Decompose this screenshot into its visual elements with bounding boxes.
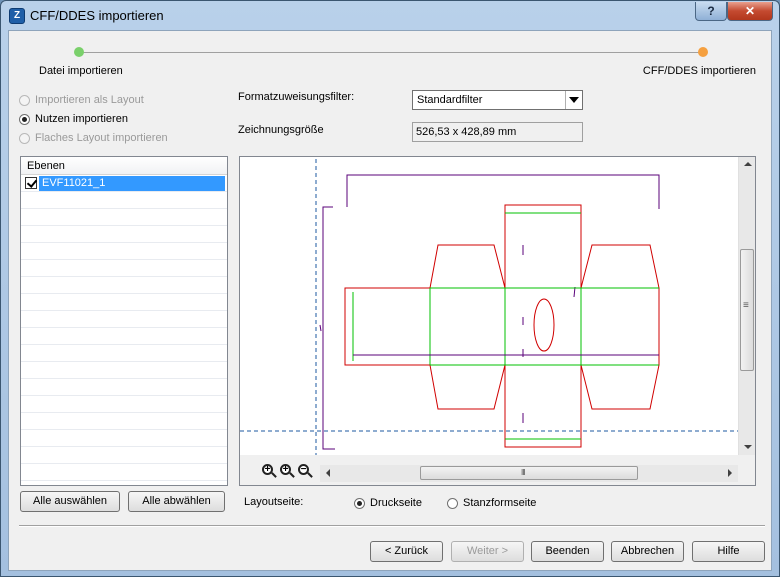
zoom-toolbar: + + − [260,463,314,481]
list-item [21,277,227,294]
radio-die-side[interactable]: Stanzformseite [447,495,536,511]
list-item [21,447,227,464]
list-item [21,243,227,260]
drawing-preview[interactable]: + + − [239,156,756,486]
list-item [21,413,227,430]
zoom-fit-icon[interactable]: + [278,463,296,480]
guide-lines [240,159,740,455]
wizard-progress-line [79,52,705,53]
vertical-scrollbar[interactable] [738,157,755,455]
scroll-up-icon[interactable] [744,162,752,166]
format-filter-dropdown[interactable]: Standardfilter [412,90,583,110]
list-item [21,328,227,345]
radio-label[interactable]: Druckseite [370,497,422,509]
format-filter-label: Formatzuweisungsfilter: [238,91,355,103]
zoom-out-icon[interactable]: − [296,463,314,480]
list-item [21,396,227,413]
radio-import-flat-layout: Flaches Layout importieren [19,130,168,146]
radio-label[interactable]: Nutzen importieren [35,113,128,125]
radio-circle[interactable] [447,497,458,509]
layer-checkbox[interactable] [25,177,37,189]
radio-label: Importieren als Layout [35,94,144,106]
finish-button[interactable]: Beenden [531,541,604,562]
deselect-all-button[interactable]: Alle abwählen [128,491,225,512]
dialog-content: Datei importieren CFF/DDES importieren I… [8,30,772,571]
radio-circle [19,132,30,144]
list-item [21,260,227,277]
step-1-indicator [74,47,84,57]
layer-name[interactable]: EVF11021_1 [39,176,225,191]
radio-label: Flaches Layout importieren [35,132,168,144]
list-item [21,379,227,396]
scroll-left-icon[interactable] [326,469,330,477]
help-button[interactable]: Hilfe [692,541,765,562]
back-button[interactable]: < Zurück [370,541,443,562]
radio-circle [19,94,30,106]
app-icon: Z [9,8,25,24]
radio-circle[interactable] [354,497,365,509]
cancel-button[interactable]: Abbrechen [611,541,684,562]
vertical-scroll-thumb[interactable] [740,249,754,371]
radio-print-side[interactable]: Druckseite [354,495,422,511]
list-item [21,209,227,226]
radio-label[interactable]: Stanzformseite [463,497,536,509]
radio-import-as-layout: Importieren als Layout [19,92,144,108]
horizontal-scrollbar[interactable] [320,465,738,482]
title-help-button[interactable]: ? [695,2,727,21]
layer-list-header: Ebenen [21,157,227,175]
layout-side-label: Layoutseite: [244,496,304,508]
cut-lines [344,204,660,448]
list-item [21,430,227,447]
close-button[interactable]: ✕ [727,2,773,21]
step-2-indicator [698,47,708,57]
dieline-drawing [240,159,740,455]
step-1-label: Datei importieren [39,65,123,77]
list-item [21,294,227,311]
bleed-lines [319,174,660,450]
layer-list[interactable]: Ebenen EVF11021_1 [20,156,228,486]
scroll-right-icon[interactable] [728,469,732,477]
radio-import-nutzen[interactable]: Nutzen importieren [19,111,128,127]
format-filter-value: Standardfilter [417,94,483,106]
list-item [21,345,227,362]
zoom-in-icon[interactable]: + [260,463,278,480]
list-item [21,362,227,379]
list-item [21,226,227,243]
step-2-label: CFF/DDES importieren [642,65,756,77]
drawing-size-field: 526,53 x 428,89 mm [412,122,583,142]
preview-toolbar: + + − [240,455,755,485]
select-all-button[interactable]: Alle auswählen [20,491,120,512]
next-button: Weiter > [451,541,524,562]
drawing-size-label: Zeichnungsgröße [238,124,324,136]
divider [19,525,765,527]
radio-circle[interactable] [19,113,30,125]
layer-row[interactable]: EVF11021_1 [21,175,227,192]
horizontal-scroll-thumb[interactable] [420,466,638,480]
title-bar: Z CFF/DDES importieren ? ✕ [1,1,779,30]
import-dialog: Z CFF/DDES importieren ? ✕ Datei importi… [0,0,780,577]
scroll-down-icon[interactable] [744,445,752,449]
chevron-down-icon[interactable] [565,91,582,109]
list-item [21,311,227,328]
list-item [21,464,227,481]
list-item [21,192,227,209]
window-title: CFF/DDES importieren [30,8,164,23]
crease-lines [352,212,659,440]
